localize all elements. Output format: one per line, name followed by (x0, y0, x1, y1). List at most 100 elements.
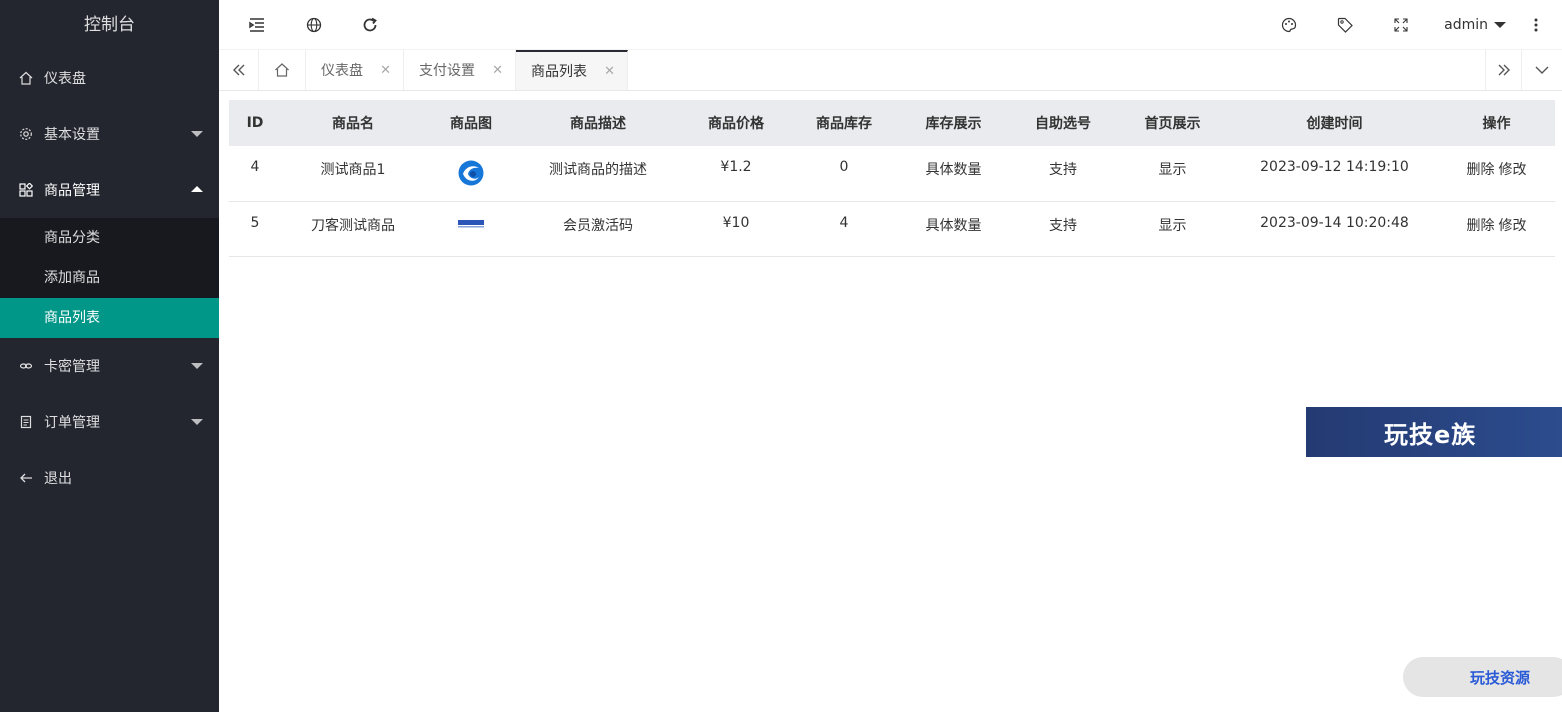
table-header-row: ID 商品名 商品图 商品描述 商品价格 商品库存 库存展示 自助选号 首页展示… (229, 100, 1555, 146)
cell-description: 测试商品的描述 (549, 162, 647, 178)
cell-self-select: 支持 (1049, 162, 1077, 178)
sidebar-item-card-management[interactable]: 卡密管理 (0, 338, 219, 394)
column-header: 商品库存 (816, 116, 872, 132)
delete-link[interactable]: 删除 (1467, 162, 1495, 178)
tab-scroll-left-button[interactable] (219, 50, 259, 90)
username: admin (1444, 17, 1488, 33)
sidebar-item-label: 基本设置 (44, 127, 100, 143)
cell-stock-display: 具体数量 (925, 162, 982, 178)
table-row: 4 测试商品1 测试商品的描述 ¥1.2 0 具体数量 支持 显示 2023-0… (229, 146, 1555, 201)
sidebar-item-order-management[interactable]: 订单管理 (0, 394, 219, 450)
cell-id: 4 (250, 159, 260, 175)
chevron-down-icon (1535, 66, 1549, 74)
cell-description: 会员激活码 (563, 217, 633, 234)
home-icon (18, 70, 34, 86)
clipboard-icon (18, 414, 34, 430)
sidebar-item-basic-settings[interactable]: 基本设置 (0, 106, 219, 162)
tab-payment-settings[interactable]: 支付设置 ✕ (404, 50, 516, 90)
column-header: 创建时间 (1306, 116, 1363, 132)
table-row: 5 刀客测试商品 会员激活码 ¥10 4 具体数量 支持 显示 2023-09-… (229, 201, 1555, 256)
caret-down-icon (1494, 22, 1506, 28)
sidebar-item-product-management[interactable]: 商品管理 (0, 162, 219, 218)
user-menu[interactable]: admin (1444, 0, 1506, 50)
sidebar-subitem-category[interactable]: 商品分类 (0, 218, 219, 258)
product-thumbnail[interactable] (458, 160, 484, 186)
cell-id: 5 (250, 214, 260, 231)
watermark-corner-text: 玩技资源 (1470, 668, 1531, 687)
product-thumbnail[interactable] (457, 216, 485, 230)
delete-link[interactable]: 删除 (1467, 218, 1495, 234)
cell-home-display: 显示 (1158, 217, 1187, 234)
sidebar-item-label: 退出 (44, 471, 72, 487)
sidebar-item-logout[interactable]: 退出 (0, 450, 219, 506)
column-header: 自助选号 (1035, 116, 1091, 132)
cell-price: ¥1.2 (720, 159, 752, 175)
tab-bar: 仪表盘 ✕ 支付设置 ✕ 商品列表 ✕ (219, 50, 1562, 91)
sidebar-subitem-product-list[interactable]: 商品列表 (0, 298, 219, 338)
chevron-down-icon (191, 131, 203, 137)
cell-created: 2023-09-12 14:19:10 (1260, 159, 1409, 175)
palette-icon (1281, 17, 1297, 33)
watermark-corner-badge: 玩技资源 (1403, 657, 1562, 697)
column-header: 商品图 (450, 116, 492, 132)
cell-name: 测试商品1 (320, 162, 386, 178)
tab-scroll-right-button[interactable] (1485, 50, 1521, 90)
more-button[interactable] (1526, 0, 1546, 50)
sidebar-item-label: 商品管理 (44, 183, 100, 199)
tab-home[interactable] (259, 50, 306, 90)
double-chevron-left-icon (232, 64, 244, 76)
product-table: ID 商品名 商品图 商品描述 商品价格 商品库存 库存展示 自助选号 首页展示… (229, 100, 1555, 257)
tab-label: 仪表盘 (321, 63, 363, 79)
cell-stock: 4 (839, 214, 849, 231)
close-icon[interactable]: ✕ (380, 63, 391, 78)
fullscreen-icon (1394, 18, 1408, 32)
tab-options-button[interactable] (1521, 50, 1562, 90)
cell-actions: 删除 修改 (1438, 146, 1555, 201)
sidebar-item-dashboard[interactable]: 仪表盘 (0, 50, 219, 106)
apps-icon (18, 182, 34, 198)
home-icon (275, 63, 289, 77)
submenu-products: 商品分类 添加商品 商品列表 (0, 218, 219, 338)
cell-self-select: 支持 (1049, 217, 1077, 234)
tab-label: 商品列表 (531, 64, 587, 80)
chevron-down-icon (191, 363, 203, 369)
arrow-left-icon (18, 470, 34, 486)
fullscreen-button[interactable] (1390, 0, 1412, 50)
sidebar-item-label: 卡密管理 (44, 359, 100, 375)
sidebar-item-label: 订单管理 (44, 415, 100, 431)
top-header: admin (219, 0, 1562, 50)
column-header: 商品描述 (570, 116, 626, 132)
website-button[interactable] (302, 0, 326, 50)
close-icon[interactable]: ✕ (604, 64, 615, 79)
tag-button[interactable] (1334, 0, 1356, 50)
sidebar-item-label: 仪表盘 (44, 71, 86, 87)
menu-fold-icon (249, 18, 264, 32)
close-icon[interactable]: ✕ (492, 63, 503, 78)
cell-image (425, 146, 517, 201)
sidebar: 控制台 仪表盘 基本设置 商品管理 商品分类 添加商品 商品列表 卡密管理 订单… (0, 0, 219, 712)
theme-button[interactable] (1278, 0, 1300, 50)
refresh-button[interactable] (358, 0, 382, 50)
sidebar-subitem-add-product[interactable]: 添加商品 (0, 258, 219, 298)
globe-icon (306, 17, 322, 33)
edit-link[interactable]: 修改 (1499, 162, 1527, 178)
collapse-menu-button[interactable] (245, 0, 269, 50)
column-header: ID (246, 115, 264, 131)
tab-label: 支付设置 (419, 63, 475, 79)
gear-icon (18, 126, 34, 142)
link-icon (18, 358, 34, 374)
tab-dashboard[interactable]: 仪表盘 ✕ (306, 50, 404, 90)
column-header: 商品名 (332, 116, 374, 132)
tab-product-list[interactable]: 商品列表 ✕ (516, 50, 628, 90)
column-header: 库存展示 (925, 116, 982, 132)
cell-image (425, 201, 517, 256)
column-header: 首页展示 (1144, 116, 1201, 132)
edit-link[interactable]: 修改 (1499, 218, 1527, 234)
double-chevron-right-icon (1498, 64, 1510, 76)
cell-home-display: 显示 (1158, 162, 1187, 178)
column-header: 商品价格 (708, 116, 764, 132)
cell-actions: 删除 修改 (1438, 201, 1555, 256)
brand-title: 控制台 (84, 15, 135, 35)
cell-stock: 0 (839, 159, 849, 175)
watermark-banner-text: 玩技e族 (1384, 420, 1477, 449)
